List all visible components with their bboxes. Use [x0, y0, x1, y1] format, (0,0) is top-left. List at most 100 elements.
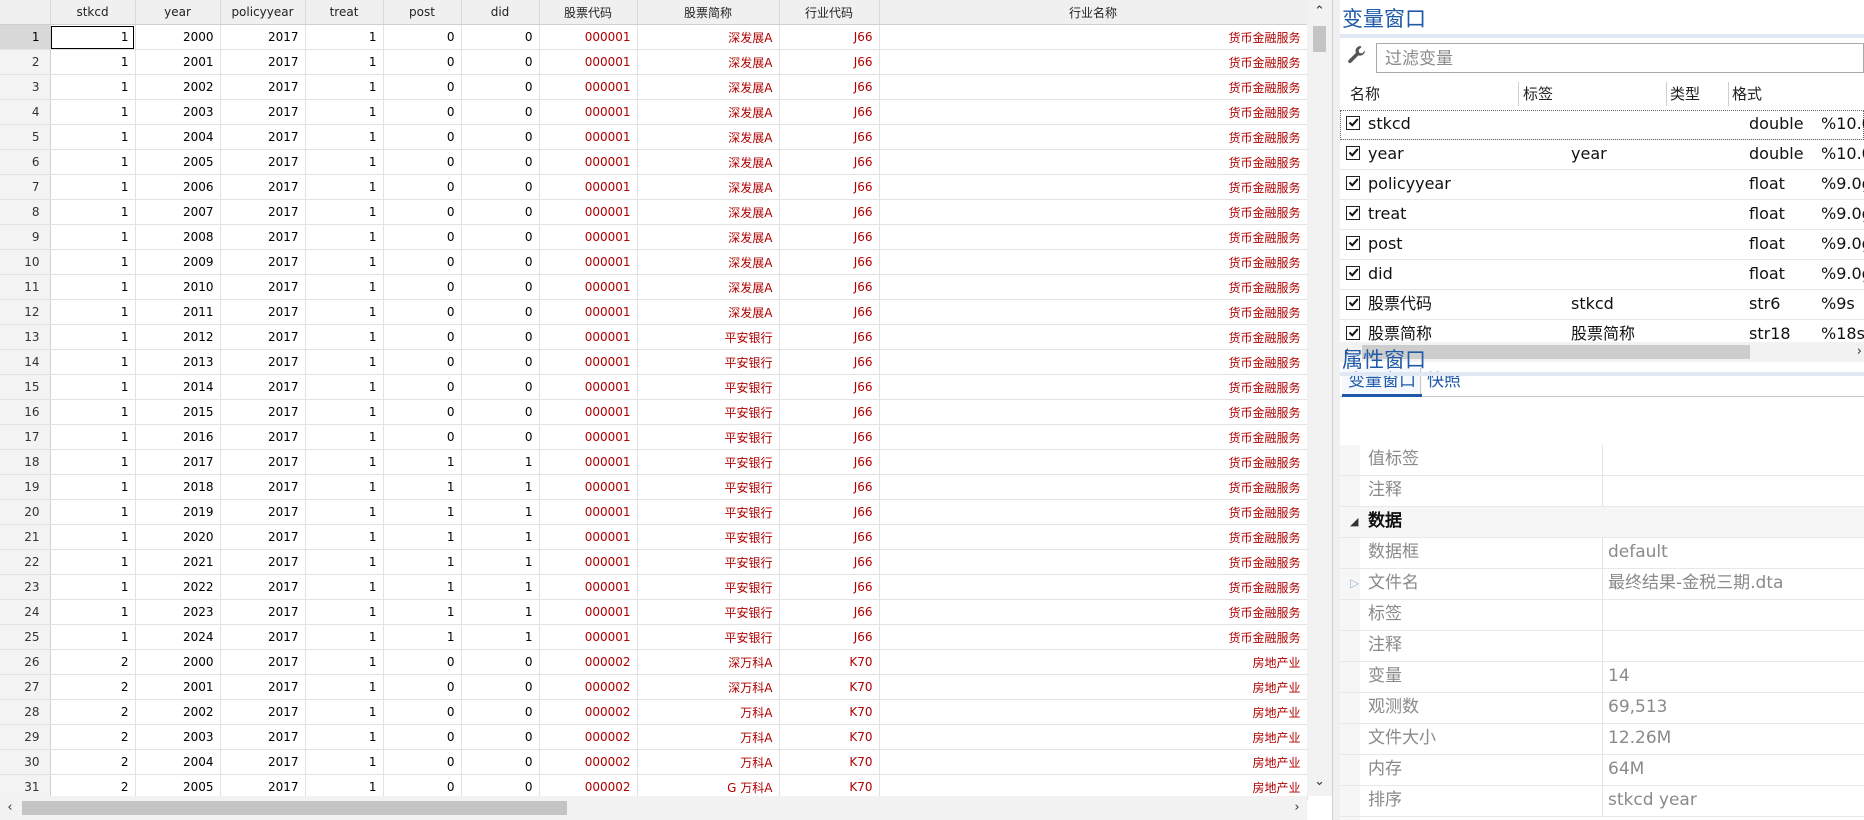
cell-stkcd[interactable]: 1: [50, 249, 136, 275]
cell-policyyear[interactable]: 2017: [220, 574, 306, 600]
cell-did[interactable]: 0: [461, 324, 540, 350]
cell-policyyear[interactable]: 2017: [220, 549, 306, 575]
cell-stkcd[interactable]: 2: [50, 724, 136, 750]
cell-policyyear[interactable]: 2017: [220, 724, 306, 750]
cell-policyyear[interactable]: 2017: [220, 474, 306, 500]
cell-stock-abbr[interactable]: 平安银行: [637, 424, 780, 450]
cell-stock-code[interactable]: 000001: [539, 99, 638, 125]
cell-year[interactable]: 2000: [135, 649, 221, 675]
cell-year[interactable]: 2008: [135, 224, 221, 250]
cell-stock-abbr[interactable]: 万科A: [637, 699, 780, 725]
cell-treat[interactable]: 1: [305, 74, 384, 100]
cell-stkcd[interactable]: 1: [50, 524, 136, 550]
cell-post[interactable]: 0: [383, 24, 462, 50]
variable-checkbox[interactable]: [1346, 296, 1360, 310]
cell-stkcd[interactable]: 2: [50, 649, 136, 675]
cell-stkcd[interactable]: 1: [50, 49, 136, 75]
cell-post[interactable]: 1: [383, 624, 462, 650]
cell-policyyear[interactable]: 2017: [220, 599, 306, 625]
filter-variables-input[interactable]: [1383, 45, 1857, 73]
cell-industry-code[interactable]: J66: [779, 399, 880, 425]
cell-stkcd[interactable]: 1: [50, 574, 136, 600]
table-row[interactable]: 29 2 2003 2017 1 0 0 000002 万科A K70 房地产业: [0, 724, 1308, 750]
cell-stock-abbr[interactable]: 平安银行: [637, 374, 780, 400]
cell-stock-code[interactable]: 000002: [539, 749, 638, 775]
cell-policyyear[interactable]: 2017: [220, 24, 306, 50]
cell-did[interactable]: 0: [461, 74, 540, 100]
cell-post[interactable]: 0: [383, 349, 462, 375]
cell-treat[interactable]: 1: [305, 249, 384, 275]
table-row[interactable]: 12 1 2011 2017 1 0 0 000001 深发展A J66 货币金融服务: [0, 299, 1308, 325]
var-col-divider[interactable]: [1666, 82, 1667, 106]
cell-stkcd[interactable]: 1: [50, 624, 136, 650]
cell-treat[interactable]: 1: [305, 199, 384, 225]
cell-industry-code[interactable]: K70: [779, 699, 880, 725]
cell-did[interactable]: 0: [461, 99, 540, 125]
table-row[interactable]: 17 1 2016 2017 1 0 0 000001 平安银行 J66 货币金融服务: [0, 424, 1308, 450]
cell-industry-code[interactable]: J66: [779, 474, 880, 500]
cell-year[interactable]: 2000: [135, 24, 221, 50]
cell-did[interactable]: 0: [461, 349, 540, 375]
row-number[interactable]: 24: [0, 599, 51, 625]
cell-post[interactable]: 0: [383, 199, 462, 225]
cell-post[interactable]: 0: [383, 749, 462, 775]
cell-post[interactable]: 0: [383, 124, 462, 150]
variable-checkbox[interactable]: [1346, 326, 1360, 340]
table-row[interactable]: 26 2 2000 2017 1 0 0 000002 深万科A K70 房地产业: [0, 649, 1308, 675]
cell-did[interactable]: 0: [461, 749, 540, 775]
table-row[interactable]: 23 1 2022 2017 1 1 1 000001 平安银行 J66 货币金融服务: [0, 574, 1308, 600]
property-row[interactable]: 变量 14: [1340, 662, 1864, 693]
cell-post[interactable]: 0: [383, 224, 462, 250]
cell-stkcd[interactable]: 1: [50, 199, 136, 225]
row-number[interactable]: 8: [0, 199, 51, 225]
grid-horizontal-scrollbar[interactable]: ‹ ›: [0, 796, 1307, 820]
cell-industry-code[interactable]: J66: [779, 224, 880, 250]
cell-industry-name[interactable]: 货币金融服务: [879, 349, 1308, 375]
cell-policyyear[interactable]: 2017: [220, 649, 306, 675]
cell-stock-abbr[interactable]: 深发展A: [637, 99, 780, 125]
cell-did[interactable]: 0: [461, 374, 540, 400]
cell-stkcd[interactable]: 1: [50, 149, 136, 175]
cell-did[interactable]: 0: [461, 424, 540, 450]
scroll-down-icon[interactable]: ⌄: [1307, 772, 1332, 792]
cell-industry-code[interactable]: J66: [779, 324, 880, 350]
grid-horizontal-scroll-thumb[interactable]: [22, 801, 567, 815]
column-header-industry-name[interactable]: 行业名称: [879, 0, 1308, 25]
cell-post[interactable]: 0: [383, 174, 462, 200]
cell-policyyear[interactable]: 2017: [220, 349, 306, 375]
cell-year[interactable]: 2022: [135, 574, 221, 600]
property-row[interactable]: 文件大小 12.26M: [1340, 724, 1864, 755]
cell-stock-code[interactable]: 000001: [539, 274, 638, 300]
cell-post[interactable]: 0: [383, 299, 462, 325]
var-col-header-label[interactable]: 标签: [1523, 80, 1553, 108]
cell-post[interactable]: 1: [383, 524, 462, 550]
row-number[interactable]: 9: [0, 224, 51, 250]
property-row[interactable]: 内存 64M: [1340, 755, 1864, 786]
cell-stock-abbr[interactable]: 万科A: [637, 724, 780, 750]
cell-stock-code[interactable]: 000001: [539, 374, 638, 400]
variable-checkbox[interactable]: [1346, 146, 1360, 160]
cell-treat[interactable]: 1: [305, 399, 384, 425]
cell-stock-abbr[interactable]: 深发展A: [637, 49, 780, 75]
cell-did[interactable]: 0: [461, 699, 540, 725]
cell-post[interactable]: 0: [383, 274, 462, 300]
cell-policyyear[interactable]: 2017: [220, 274, 306, 300]
cell-stock-abbr[interactable]: 平安银行: [637, 499, 780, 525]
row-number[interactable]: 26: [0, 649, 51, 675]
row-number[interactable]: 13: [0, 324, 51, 350]
cell-stkcd[interactable]: 1: [50, 449, 136, 475]
cell-stkcd[interactable]: 1: [50, 99, 136, 125]
cell-year[interactable]: 2013: [135, 349, 221, 375]
row-number[interactable]: 3: [0, 74, 51, 100]
row-number[interactable]: 22: [0, 549, 51, 575]
cell-treat[interactable]: 1: [305, 499, 384, 525]
cell-industry-name[interactable]: 房地产业: [879, 649, 1308, 675]
property-row[interactable]: 标签: [1340, 600, 1864, 631]
cell-treat[interactable]: 1: [305, 374, 384, 400]
cell-stock-abbr[interactable]: 平安银行: [637, 549, 780, 575]
row-number[interactable]: 30: [0, 749, 51, 775]
cell-stock-code[interactable]: 000001: [539, 324, 638, 350]
cell-stock-abbr[interactable]: 深发展A: [637, 174, 780, 200]
row-number[interactable]: 15: [0, 374, 51, 400]
table-row[interactable]: 10 1 2009 2017 1 0 0 000001 深发展A J66 货币金融服务: [0, 249, 1308, 275]
